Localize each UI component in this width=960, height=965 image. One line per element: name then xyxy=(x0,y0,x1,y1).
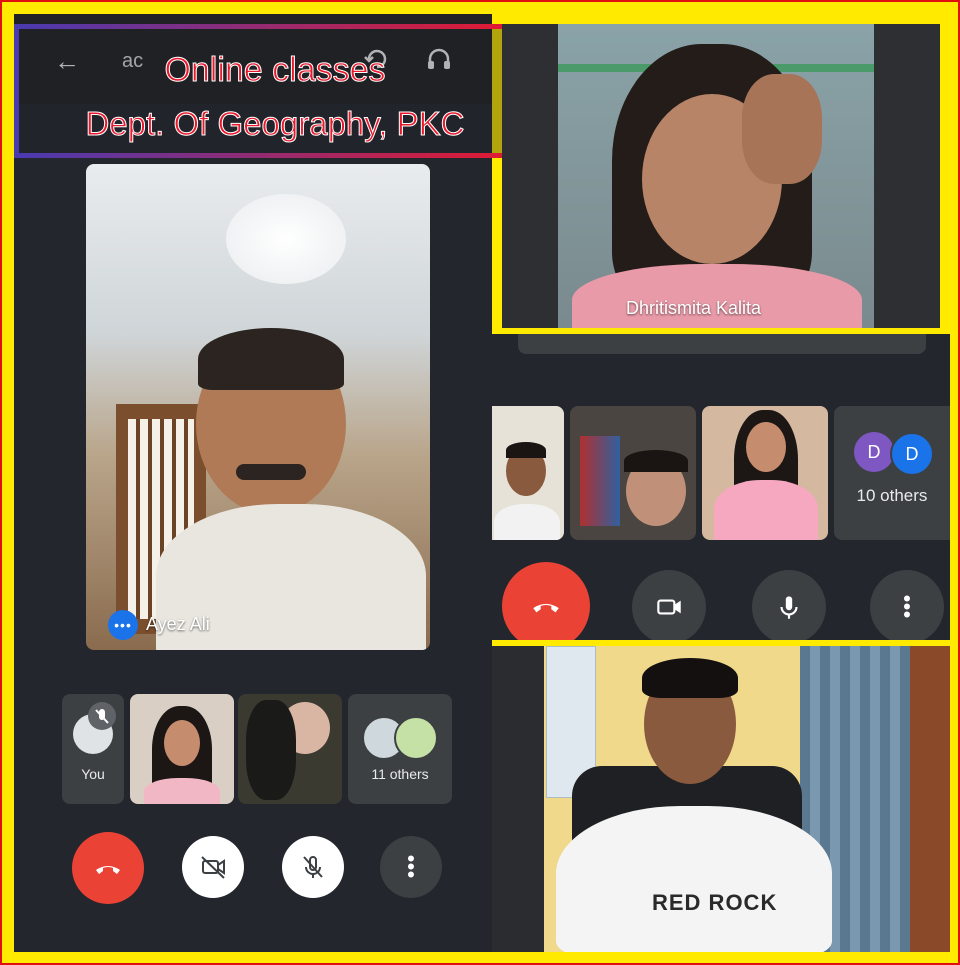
mr-participant-tile-1[interactable] xyxy=(492,406,564,540)
more-options-button[interactable]: • • • xyxy=(380,836,442,898)
man-hair xyxy=(642,658,738,698)
speaker-moustache xyxy=(236,464,306,480)
phone-hangup-icon xyxy=(533,603,559,613)
main-speaker-name: Ayez Ali xyxy=(146,614,210,634)
mr-others-avatar-1: D xyxy=(854,432,894,472)
speaking-indicator: ••• xyxy=(108,610,138,640)
tshirt-print: RED ROCK xyxy=(652,890,778,915)
mr-camera-button[interactable] xyxy=(632,570,706,640)
more-vert-icon: • • • xyxy=(903,586,911,627)
participant-2-hair xyxy=(246,700,296,800)
mr-mic-button[interactable] xyxy=(752,570,826,640)
title-banner: Online classes Dept. Of Geography, PKC xyxy=(14,24,536,158)
left-wall-strip xyxy=(492,646,544,952)
banner-line-1: Online classes xyxy=(164,51,386,90)
ceiling-light xyxy=(226,194,346,284)
camera-off-button[interactable] xyxy=(182,836,244,898)
phone-hangup-icon xyxy=(96,866,120,874)
mr-others-label: 10 others xyxy=(856,486,928,505)
participant-tile-1[interactable] xyxy=(130,694,234,804)
participant-tile-2[interactable] xyxy=(238,694,342,804)
mr-participant-tile-3[interactable] xyxy=(702,406,828,540)
mr-participant-tile-2[interactable] xyxy=(570,406,696,540)
participant-1-face xyxy=(164,720,200,766)
speaker-hair xyxy=(198,328,344,390)
mr-others-tile[interactable]: D D 10 others xyxy=(834,406,950,540)
more-vert-icon: • • • xyxy=(407,846,415,887)
door-frame xyxy=(910,646,950,952)
main-speaker-video[interactable]: ••• Ayez Ali xyxy=(86,164,430,650)
mr-p1-hair xyxy=(506,442,546,458)
mic-off-icon xyxy=(95,709,109,724)
mic-off-button[interactable] xyxy=(282,836,344,898)
mr-p1-shirt xyxy=(494,504,560,540)
others-label: 11 others xyxy=(371,766,429,782)
hang-up-button[interactable] xyxy=(72,832,144,904)
main-video-edge xyxy=(518,334,926,354)
participant-name: Dhritismita Kalita xyxy=(626,298,762,318)
middle-right-panel: D D 10 others • • • xyxy=(492,334,950,640)
mr-p2-hair xyxy=(624,450,688,472)
bottom-right-video[interactable]: RED ROCK xyxy=(492,646,950,952)
banner-line-2: Dept. Of Geography, PKC xyxy=(85,105,465,143)
woman-hand xyxy=(742,74,822,184)
self-label: You xyxy=(81,766,105,782)
top-right-video[interactable]: Dhritismita Kalita xyxy=(502,24,940,328)
self-muted-badge xyxy=(88,702,116,730)
others-avatar-2 xyxy=(394,716,438,760)
mr-more-options-button[interactable]: • • • xyxy=(870,570,944,640)
mr-p2-clothes xyxy=(580,436,620,526)
mr-others-avatar-2: D xyxy=(890,432,934,476)
participant-1-shirt xyxy=(144,778,220,804)
mic-off-icon xyxy=(303,856,323,878)
camera-icon xyxy=(657,599,681,615)
others-tile[interactable]: 11 others xyxy=(348,694,452,804)
speaking-dots-icon: ••• xyxy=(114,617,132,633)
mr-hang-up-button[interactable] xyxy=(502,562,590,640)
mr-p3-shirt xyxy=(714,480,818,540)
mic-icon xyxy=(780,596,798,619)
mr-p3-face xyxy=(746,422,786,472)
self-tile[interactable]: You xyxy=(62,694,124,804)
man-tshirt xyxy=(556,806,832,952)
camera-off-icon xyxy=(201,856,225,879)
